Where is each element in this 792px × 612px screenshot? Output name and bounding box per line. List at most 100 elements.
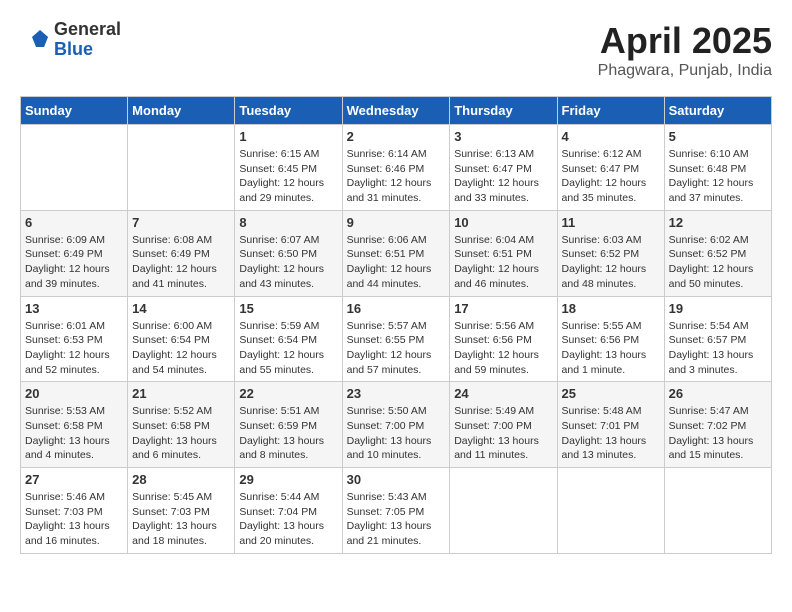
week-row-5: 27 Sunrise: 5:46 AM Sunset: 7:03 PM Dayli… bbox=[21, 468, 772, 554]
day-number: 8 bbox=[239, 215, 337, 230]
day-info: Sunrise: 6:13 AM Sunset: 6:47 PM Dayligh… bbox=[454, 147, 552, 206]
day-number: 6 bbox=[25, 215, 123, 230]
day-number: 23 bbox=[347, 386, 446, 401]
col-header-friday: Friday bbox=[557, 97, 664, 125]
day-info: Sunrise: 6:03 AM Sunset: 6:52 PM Dayligh… bbox=[562, 233, 660, 292]
day-cell: 25 Sunrise: 5:48 AM Sunset: 7:01 PM Dayli… bbox=[557, 382, 664, 468]
day-info: Sunrise: 5:52 AM Sunset: 6:58 PM Dayligh… bbox=[132, 404, 230, 463]
day-number: 21 bbox=[132, 386, 230, 401]
day-cell: 13Sunrise: 6:01 AM Sunset: 6:53 PM Dayli… bbox=[21, 296, 128, 382]
day-info: Sunrise: 5:45 AM Sunset: 7:03 PM Dayligh… bbox=[132, 490, 230, 549]
day-cell: 8 Sunrise: 6:07 AM Sunset: 6:50 PM Daylig… bbox=[235, 210, 342, 296]
day-number: 7 bbox=[132, 215, 230, 230]
day-cell: 9 Sunrise: 6:06 AM Sunset: 6:51 PM Daylig… bbox=[342, 210, 450, 296]
day-cell bbox=[128, 125, 235, 211]
day-number: 18 bbox=[562, 301, 660, 316]
day-cell: 5 Sunrise: 6:10 AM Sunset: 6:48 PM Daylig… bbox=[664, 125, 771, 211]
day-number: 15 bbox=[239, 301, 337, 316]
day-cell bbox=[664, 468, 771, 554]
day-number: 16 bbox=[347, 301, 446, 316]
day-cell: 23 Sunrise: 5:50 AM Sunset: 7:00 PM Dayli… bbox=[342, 382, 450, 468]
day-info: Sunrise: 5:46 AM Sunset: 7:03 PM Dayligh… bbox=[25, 490, 123, 549]
logo-icon bbox=[20, 25, 50, 55]
day-info: Sunrise: 5:43 AM Sunset: 7:05 PM Dayligh… bbox=[347, 490, 446, 549]
day-cell: 18 Sunrise: 5:55 AM Sunset: 6:56 PM Dayli… bbox=[557, 296, 664, 382]
page-header: General Blue April 2025 Phagwara, Punjab… bbox=[20, 20, 772, 80]
day-number: 24 bbox=[454, 386, 552, 401]
col-header-tuesday: Tuesday bbox=[235, 97, 342, 125]
day-number: 27 bbox=[25, 472, 123, 487]
day-number: 26 bbox=[669, 386, 767, 401]
day-info: Sunrise: 6:02 AM Sunset: 6:52 PM Dayligh… bbox=[669, 233, 767, 292]
day-number: 30 bbox=[347, 472, 446, 487]
month-title: April 2025 bbox=[598, 20, 772, 62]
day-cell: 20 Sunrise: 5:53 AM Sunset: 6:58 PM Dayli… bbox=[21, 382, 128, 468]
calendar-table: SundayMondayTuesdayWednesdayThursdayFrid… bbox=[20, 96, 772, 554]
day-info: Sunrise: 5:44 AM Sunset: 7:04 PM Dayligh… bbox=[239, 490, 337, 549]
day-cell: 11 Sunrise: 6:03 AM Sunset: 6:52 PM Dayli… bbox=[557, 210, 664, 296]
day-number: 1 bbox=[239, 129, 337, 144]
day-cell: 29Sunrise: 5:44 AM Sunset: 7:04 PM Dayli… bbox=[235, 468, 342, 554]
day-cell: 3 Sunrise: 6:13 AM Sunset: 6:47 PM Daylig… bbox=[450, 125, 557, 211]
day-cell: 24Sunrise: 5:49 AM Sunset: 7:00 PM Dayli… bbox=[450, 382, 557, 468]
day-number: 5 bbox=[669, 129, 767, 144]
col-header-sunday: Sunday bbox=[21, 97, 128, 125]
title-block: April 2025 Phagwara, Punjab, India bbox=[598, 20, 772, 80]
day-info: Sunrise: 6:10 AM Sunset: 6:48 PM Dayligh… bbox=[669, 147, 767, 206]
day-cell: 7 Sunrise: 6:08 AM Sunset: 6:49 PM Daylig… bbox=[128, 210, 235, 296]
col-header-saturday: Saturday bbox=[664, 97, 771, 125]
week-row-3: 13Sunrise: 6:01 AM Sunset: 6:53 PM Dayli… bbox=[21, 296, 772, 382]
day-number: 19 bbox=[669, 301, 767, 316]
day-cell: 10 Sunrise: 6:04 AM Sunset: 6:51 PM Dayli… bbox=[450, 210, 557, 296]
day-info: Sunrise: 6:09 AM Sunset: 6:49 PM Dayligh… bbox=[25, 233, 123, 292]
col-header-monday: Monday bbox=[128, 97, 235, 125]
day-cell: 15Sunrise: 5:59 AM Sunset: 6:54 PM Dayli… bbox=[235, 296, 342, 382]
day-cell: 26 Sunrise: 5:47 AM Sunset: 7:02 PM Dayli… bbox=[664, 382, 771, 468]
day-info: Sunrise: 5:48 AM Sunset: 7:01 PM Dayligh… bbox=[562, 404, 660, 463]
day-number: 9 bbox=[347, 215, 446, 230]
day-info: Sunrise: 6:01 AM Sunset: 6:53 PM Dayligh… bbox=[25, 319, 123, 378]
day-cell: 27 Sunrise: 5:46 AM Sunset: 7:03 PM Dayli… bbox=[21, 468, 128, 554]
day-number: 22 bbox=[239, 386, 337, 401]
day-cell: 19 Sunrise: 5:54 AM Sunset: 6:57 PM Dayli… bbox=[664, 296, 771, 382]
day-number: 3 bbox=[454, 129, 552, 144]
day-cell: 2Sunrise: 6:14 AM Sunset: 6:46 PM Daylig… bbox=[342, 125, 450, 211]
logo-blue-text: Blue bbox=[54, 40, 121, 60]
day-info: Sunrise: 6:12 AM Sunset: 6:47 PM Dayligh… bbox=[562, 147, 660, 206]
calendar-body: 1Sunrise: 6:15 AM Sunset: 6:45 PM Daylig… bbox=[21, 125, 772, 554]
day-info: Sunrise: 6:06 AM Sunset: 6:51 PM Dayligh… bbox=[347, 233, 446, 292]
day-info: Sunrise: 5:47 AM Sunset: 7:02 PM Dayligh… bbox=[669, 404, 767, 463]
day-info: Sunrise: 5:53 AM Sunset: 6:58 PM Dayligh… bbox=[25, 404, 123, 463]
day-number: 10 bbox=[454, 215, 552, 230]
day-cell: 6 Sunrise: 6:09 AM Sunset: 6:49 PM Daylig… bbox=[21, 210, 128, 296]
day-info: Sunrise: 5:50 AM Sunset: 7:00 PM Dayligh… bbox=[347, 404, 446, 463]
day-number: 17 bbox=[454, 301, 552, 316]
day-info: Sunrise: 6:00 AM Sunset: 6:54 PM Dayligh… bbox=[132, 319, 230, 378]
day-cell: 12Sunrise: 6:02 AM Sunset: 6:52 PM Dayli… bbox=[664, 210, 771, 296]
day-cell: 22 Sunrise: 5:51 AM Sunset: 6:59 PM Dayli… bbox=[235, 382, 342, 468]
day-info: Sunrise: 5:56 AM Sunset: 6:56 PM Dayligh… bbox=[454, 319, 552, 378]
day-cell: 14 Sunrise: 6:00 AM Sunset: 6:54 PM Dayli… bbox=[128, 296, 235, 382]
day-info: Sunrise: 6:08 AM Sunset: 6:49 PM Dayligh… bbox=[132, 233, 230, 292]
week-row-4: 20 Sunrise: 5:53 AM Sunset: 6:58 PM Dayli… bbox=[21, 382, 772, 468]
location-text: Phagwara, Punjab, India bbox=[598, 62, 772, 80]
day-cell bbox=[557, 468, 664, 554]
day-info: Sunrise: 5:55 AM Sunset: 6:56 PM Dayligh… bbox=[562, 319, 660, 378]
day-number: 2 bbox=[347, 129, 446, 144]
day-number: 20 bbox=[25, 386, 123, 401]
day-info: Sunrise: 6:07 AM Sunset: 6:50 PM Dayligh… bbox=[239, 233, 337, 292]
day-info: Sunrise: 6:04 AM Sunset: 6:51 PM Dayligh… bbox=[454, 233, 552, 292]
day-number: 4 bbox=[562, 129, 660, 144]
day-number: 25 bbox=[562, 386, 660, 401]
day-cell: 1Sunrise: 6:15 AM Sunset: 6:45 PM Daylig… bbox=[235, 125, 342, 211]
day-cell: 28Sunrise: 5:45 AM Sunset: 7:03 PM Dayli… bbox=[128, 468, 235, 554]
col-header-wednesday: Wednesday bbox=[342, 97, 450, 125]
day-cell: 16 Sunrise: 5:57 AM Sunset: 6:55 PM Dayli… bbox=[342, 296, 450, 382]
day-info: Sunrise: 5:51 AM Sunset: 6:59 PM Dayligh… bbox=[239, 404, 337, 463]
day-cell: 30 Sunrise: 5:43 AM Sunset: 7:05 PM Dayli… bbox=[342, 468, 450, 554]
day-number: 11 bbox=[562, 215, 660, 230]
day-cell: 21 Sunrise: 5:52 AM Sunset: 6:58 PM Dayli… bbox=[128, 382, 235, 468]
day-info: Sunrise: 5:54 AM Sunset: 6:57 PM Dayligh… bbox=[669, 319, 767, 378]
day-info: Sunrise: 5:57 AM Sunset: 6:55 PM Dayligh… bbox=[347, 319, 446, 378]
day-number: 14 bbox=[132, 301, 230, 316]
